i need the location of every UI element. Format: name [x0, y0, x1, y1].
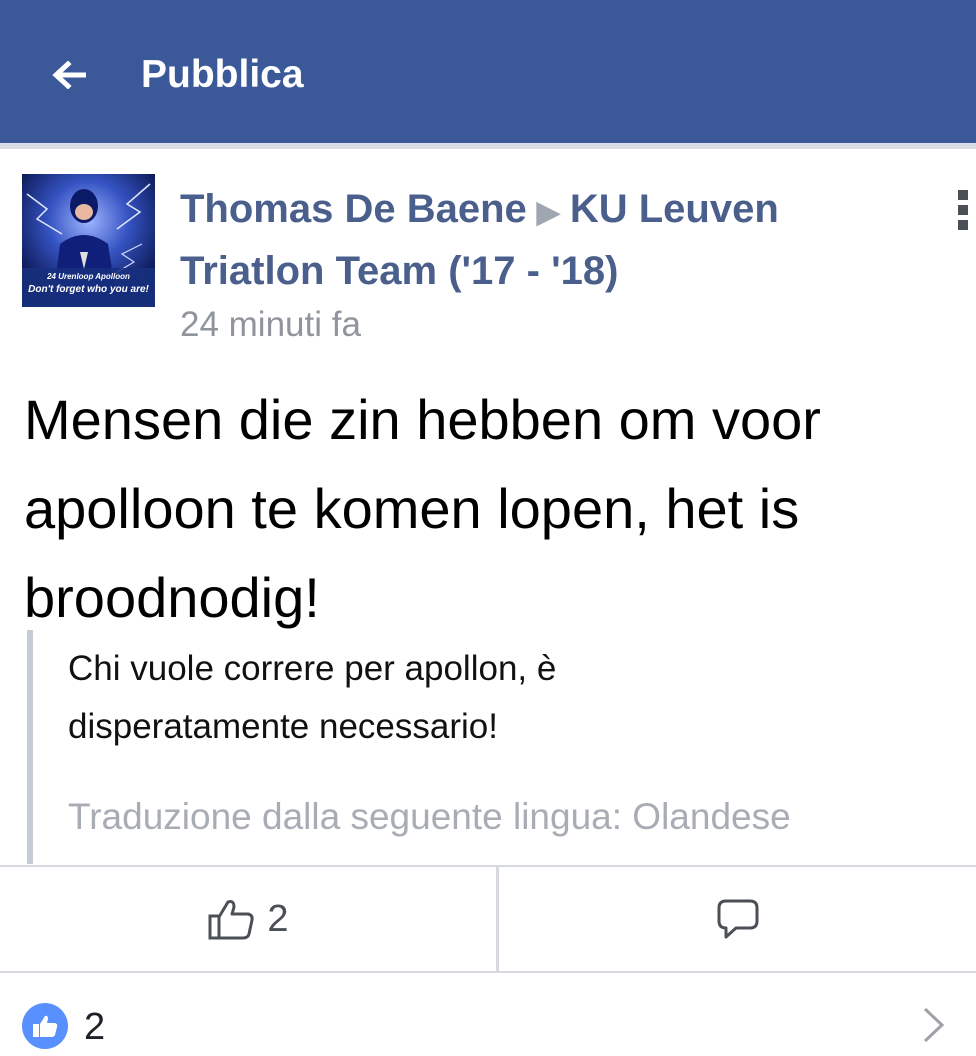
post-body-line: apolloon te komen lopen, het is [24, 477, 800, 540]
translated-text: Chi vuole correre per apollon, è dispera… [68, 640, 556, 756]
post-header: Thomas De Baene ▶ KU Leuven Triatlon Team … [180, 180, 880, 300]
translation-source-link[interactable]: Traduzione dalla seguente lingua: Olande… [68, 793, 791, 841]
more-vertical-dot [958, 205, 968, 215]
arrow-left-icon [52, 61, 86, 89]
back-button[interactable] [44, 50, 94, 100]
header-divider [0, 143, 976, 149]
comment-bubble-icon [717, 899, 758, 939]
reactions-summary[interactable]: 2 [0, 973, 976, 1056]
page-title: Pubblica [141, 53, 304, 96]
chevron-right-icon [923, 1007, 945, 1043]
avatar-caption: 24 Urenloop Apolloon [47, 272, 130, 281]
triangle-right-icon: ▶ [536, 196, 560, 229]
author-link[interactable]: Thomas De Baene [180, 187, 527, 231]
comment-button[interactable] [499, 867, 976, 971]
avatar[interactable]: 24 Urenloop Apolloon Don't forget who yo… [22, 174, 155, 307]
thumbs-up-outline-icon [208, 900, 255, 940]
translation-block: Chi vuole correre per apollon, è dispera… [27, 630, 976, 864]
post-body-line: Mensen die zin hebben om voor [24, 388, 821, 451]
post-body: Mensen die zin hebben om voor apolloon t… [24, 375, 976, 642]
reaction-count: 2 [84, 1006, 106, 1048]
more-vertical-dot [958, 220, 968, 230]
like-button[interactable]: 2 [0, 867, 496, 971]
translated-line: disperatamente necessario! [68, 707, 498, 746]
more-options-button[interactable] [948, 186, 976, 234]
like-count: 2 [267, 897, 289, 940]
top-app-bar: Pubblica [0, 0, 976, 143]
post-body-line: broodnodig! [24, 566, 320, 629]
like-badge-icon [22, 1003, 68, 1049]
translated-line: Chi vuole correre per apollon, è [68, 649, 557, 688]
more-vertical-icon [958, 190, 968, 200]
post-timestamp[interactable]: 24 minuti fa [180, 302, 361, 348]
avatar-tagline: Don't forget who you are! [28, 284, 149, 295]
